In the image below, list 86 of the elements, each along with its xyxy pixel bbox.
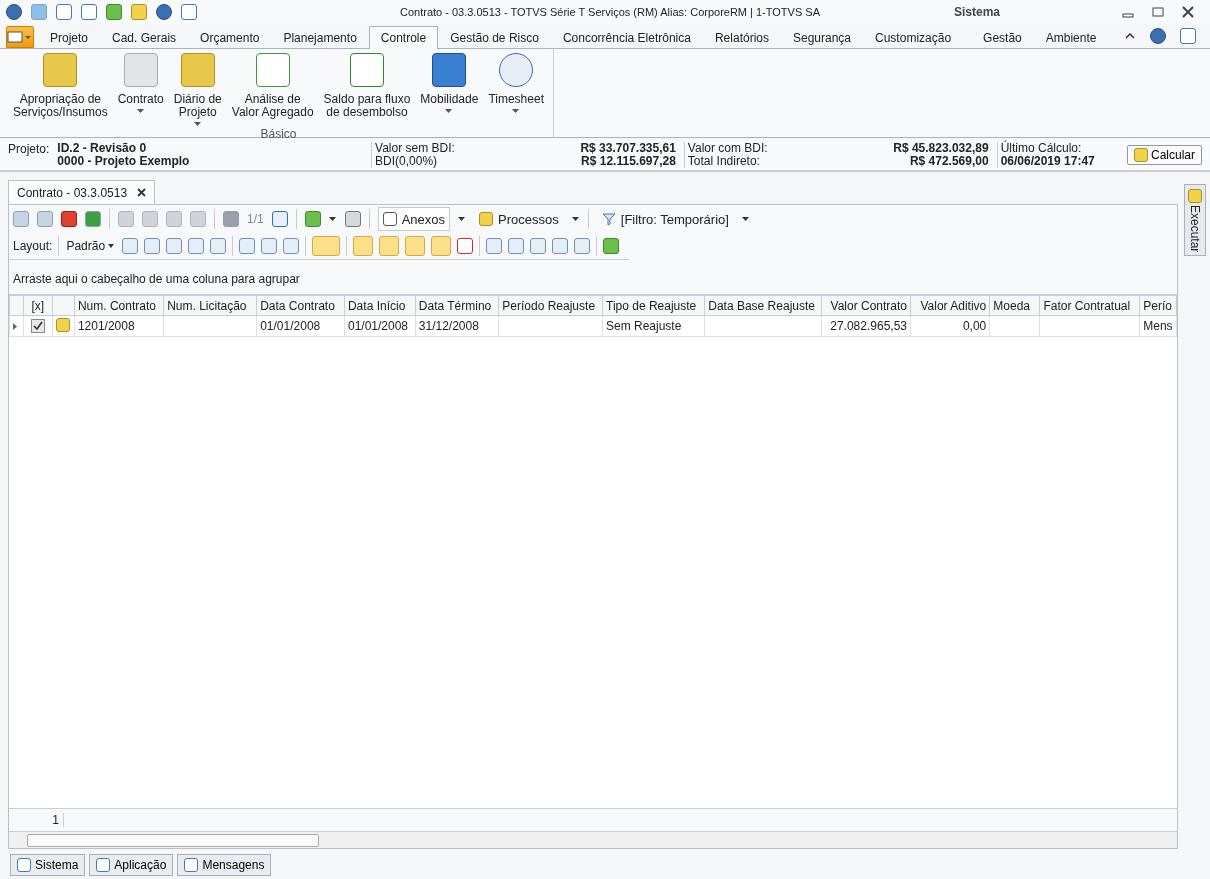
filter-icon: [601, 212, 616, 226]
ribbon-tab[interactable]: Orçamento: [188, 26, 272, 48]
window-title: Contrato - 03.3.0513 - TOTVS Série T Serviços (RM) Alias: CorporeRM | 1-TOTVS SA: [399, 6, 821, 18]
horizontal-scrollbar[interactable]: [9, 831, 1177, 848]
ribbon-tab[interactable]: Customização: [863, 26, 964, 48]
last-calculation-label: Último Cálculo:: [1000, 142, 1083, 155]
app-logo-icon[interactable]: [6, 4, 22, 20]
ribbon-button[interactable]: Saldo para fluxo de desembolso: [320, 49, 414, 127]
side-tab[interactable]: Executar: [1188, 205, 1202, 253]
ribbon-tab[interactable]: Projeto: [38, 26, 101, 48]
filter-button[interactable]: [Filtro: Temporário]: [596, 207, 734, 231]
value-amount: R$ 33.707.335,61: [580, 142, 676, 155]
column-header[interactable]: Data Base Reajuste: [704, 295, 822, 316]
value-amount: R$ 12.115.697,28: [581, 155, 676, 168]
ribbon-tab[interactable]: Gestão: [971, 26, 1034, 48]
application-menu-button[interactable]: [6, 26, 34, 48]
value-label: Total Indireto:: [687, 155, 760, 168]
ribbon-tab[interactable]: Ambiente: [1033, 26, 1109, 48]
project-revision: ID.2 - Revisão 0: [57, 142, 148, 155]
checkbox[interactable]: [30, 319, 45, 334]
ribbon-button[interactable]: Diário de Projeto: [170, 49, 225, 127]
close-icon[interactable]: [1182, 6, 1194, 18]
table-cell: 1201/2008: [77, 319, 135, 333]
ribbon-button[interactable]: Timesheet: [485, 49, 547, 127]
table-cell: 31/12/2008: [418, 319, 479, 333]
dropdown-arrow-icon[interactable]: [571, 216, 580, 222]
table-cell: 01/01/2008: [347, 319, 408, 333]
value-label: Valor sem BDI:: [375, 142, 455, 155]
ribbon-tab[interactable]: Controle: [368, 26, 439, 49]
column-header[interactable]: Valor Contrato: [821, 295, 911, 316]
value-amount: R$ 45.823.032,89: [893, 142, 989, 155]
value-amount: R$ 472.569,00: [909, 155, 989, 168]
column-header[interactable]: Perío: [1139, 295, 1177, 316]
column-header[interactable]: Valor Aditivo: [910, 295, 990, 316]
layout-dropdown[interactable]: Padrão: [65, 234, 117, 258]
column-header[interactable]: Num. Licitação: [163, 295, 257, 316]
table-cell: Sem Reajuste: [606, 319, 682, 333]
calculate-button[interactable]: Calcular: [1127, 145, 1202, 165]
close-icon[interactable]: [137, 188, 147, 197]
column-header[interactable]: Período Reajuste: [498, 295, 603, 316]
column-header[interactable]: Data Contrato: [256, 295, 345, 316]
column-header[interactable]: Fator Contratual: [1040, 295, 1140, 316]
dropdown-arrow-icon: [108, 244, 116, 248]
processes-button[interactable]: Processos: [474, 207, 564, 231]
status-tab[interactable]: Mensagens: [177, 854, 272, 876]
document-tab[interactable]: Contrato - 03.3.0513: [8, 180, 156, 204]
ribbon-button[interactable]: Apropriação de Serviços/Insumos: [10, 49, 111, 127]
panel-icon: [7, 31, 33, 43]
project-name: 0000 - Projeto Exemplo: [57, 155, 191, 168]
context-label: Sistema: [954, 5, 1002, 19]
status-tab[interactable]: Sistema: [10, 854, 86, 876]
record-counter: 1/1: [247, 212, 264, 226]
layout-label: Layout:: [13, 239, 53, 253]
ribbon-tab[interactable]: Cad. Gerais: [100, 26, 189, 48]
table-cell: 0,00: [962, 319, 987, 333]
last-calculation-date: 06/06/2019 17:47: [1000, 155, 1096, 168]
ribbon-tab[interactable]: Segurança: [781, 26, 864, 48]
ribbon-button[interactable]: Contrato: [114, 49, 167, 127]
dropdown-arrow-icon[interactable]: [328, 216, 337, 222]
table-cell: 01/01/2008: [260, 319, 321, 333]
column-header[interactable]: Data Início: [344, 295, 416, 316]
ribbon-button[interactable]: Mobilidade: [417, 49, 482, 127]
column-header[interactable]: Tipo de Reajuste: [602, 295, 705, 316]
column-header[interactable]: [x]: [23, 295, 53, 316]
table-cell: Mens: [1143, 319, 1173, 333]
value-label: BDI(0,00%): [375, 155, 438, 168]
row-count: 1: [9, 813, 64, 827]
ribbon-tab[interactable]: Concorrência Eletrônica: [550, 26, 703, 48]
ribbon-tab[interactable]: Planejamento: [271, 26, 369, 48]
ribbon-group-label: Básico: [260, 127, 297, 143]
column-header[interactable]: Moeda: [989, 295, 1040, 316]
value-label: Valor com BDI:: [687, 142, 768, 155]
column-header[interactable]: Num. Contrato: [74, 295, 164, 316]
attachments-button[interactable]: Anexos: [377, 207, 451, 231]
ribbon-tab[interactable]: Gestão de Risco: [438, 26, 551, 48]
restore-icon[interactable]: [1152, 6, 1164, 18]
column-header[interactable]: Data Término: [415, 295, 499, 316]
status-tab[interactable]: Aplicação: [89, 854, 174, 876]
ribbon-button[interactable]: Análise de Valor Agregado: [228, 49, 317, 127]
project-label: Projeto:: [8, 142, 50, 156]
dropdown-arrow-icon[interactable]: [458, 216, 467, 222]
dropdown-arrow-icon[interactable]: [741, 216, 750, 222]
row-indicator-icon: [13, 323, 17, 330]
group-by-hint: Arraste aqui o cabeçalho de uma coluna para agrupar: [13, 272, 300, 286]
table-cell: 27.082.965,53: [830, 319, 907, 333]
ribbon-tab[interactable]: Relatórios: [702, 26, 781, 48]
